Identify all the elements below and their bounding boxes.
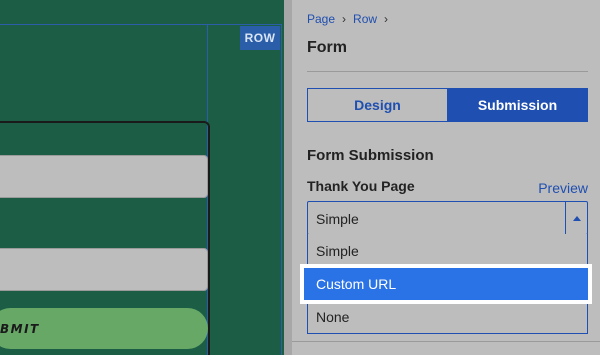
breadcrumb-item-page[interactable]: Page	[307, 12, 335, 26]
select-current-value: Simple	[316, 211, 359, 227]
form-input-field[interactable]	[0, 248, 208, 291]
thank-you-page-select[interactable]: Simple	[307, 201, 588, 235]
submit-button-label: BMIT	[0, 321, 40, 336]
tab-submission[interactable]: Submission	[448, 89, 587, 121]
editor-canvas[interactable]: BMIT ROW	[0, 0, 284, 355]
panel-bottom-divider	[292, 341, 600, 342]
breadcrumb: Page › Row ›	[307, 12, 395, 26]
option-custom-url-highlighted[interactable]: Custom URL	[300, 264, 592, 304]
caret-up-icon[interactable]	[565, 202, 587, 234]
breadcrumb-item-row[interactable]: Row	[353, 12, 377, 26]
panel-tabs: Design Submission	[307, 88, 588, 122]
panel-title: Form	[307, 39, 347, 56]
row-badge[interactable]: ROW	[240, 26, 280, 50]
section-title: Form Submission	[307, 147, 434, 164]
option-simple[interactable]: Simple	[308, 234, 587, 267]
title-divider	[307, 71, 588, 72]
thank-you-page-label: Thank You Page	[307, 178, 415, 194]
tab-design[interactable]: Design	[308, 89, 448, 121]
chevron-right-icon: ›	[342, 12, 347, 26]
panel-divider[interactable]	[284, 0, 292, 355]
preview-link[interactable]: Preview	[538, 180, 588, 196]
option-none[interactable]: None	[308, 300, 587, 333]
form-input-field[interactable]	[0, 155, 208, 198]
chevron-right-icon: ›	[384, 12, 389, 26]
form-submit-button[interactable]: BMIT	[0, 308, 208, 349]
